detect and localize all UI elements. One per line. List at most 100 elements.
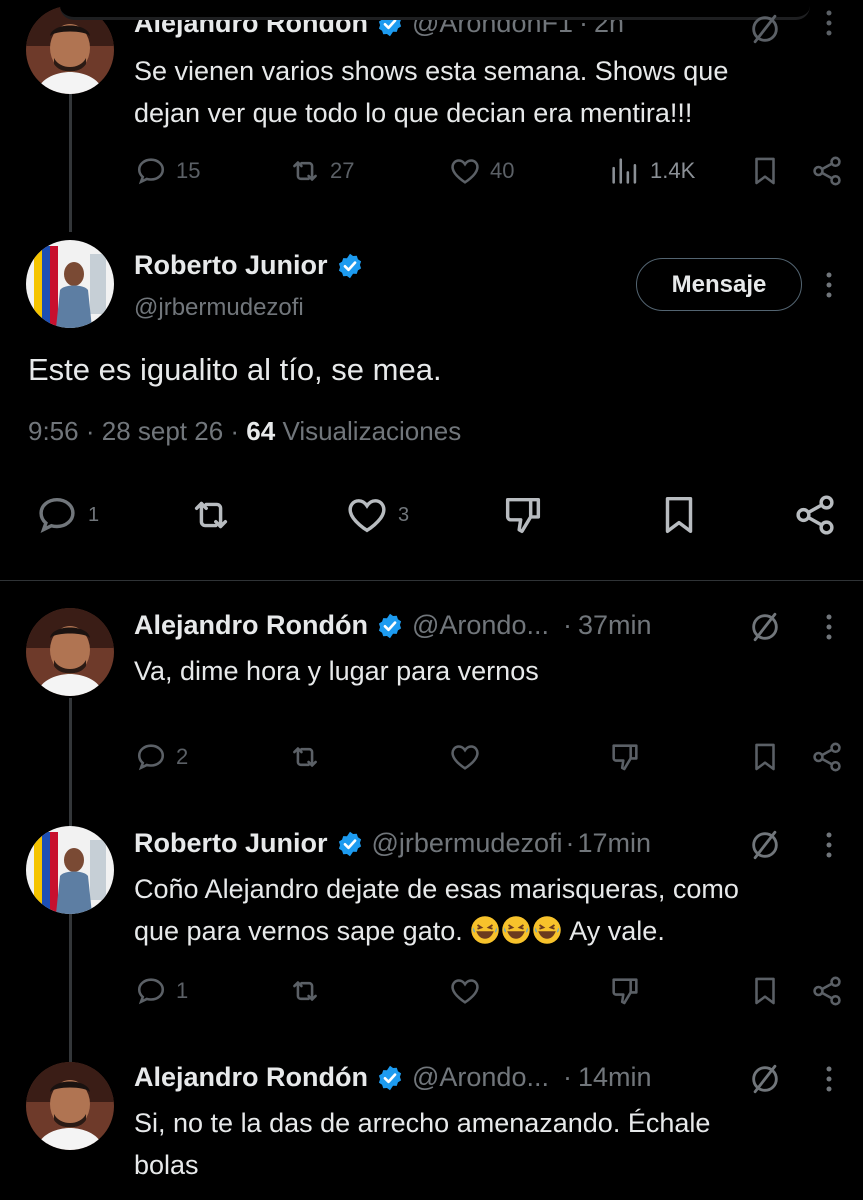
dislike-button[interactable] [608, 974, 642, 1008]
more-icon[interactable] [824, 830, 834, 860]
like-icon [448, 974, 482, 1008]
thread-line [69, 92, 72, 232]
dislike-button[interactable] [608, 740, 642, 774]
author-handle[interactable]: @Arondo... [412, 1062, 549, 1093]
separator-dot: · [562, 610, 572, 640]
avatar[interactable] [26, 240, 114, 328]
main-tweet-actions: 1 3 [30, 492, 850, 548]
tweet-actions: 15 27 40 1.4K [134, 154, 844, 190]
reply-button[interactable]: 1 [34, 492, 99, 538]
verified-badge-icon [336, 830, 364, 858]
views-label: Visualizaciones [282, 416, 462, 446]
share-icon [810, 740, 844, 774]
separator-dot: · [565, 828, 575, 858]
tweet-time[interactable]: 14min [578, 1062, 652, 1093]
tweet-time[interactable]: 17min [577, 828, 651, 859]
bookmark-icon [748, 974, 782, 1008]
like-count: 3 [398, 503, 410, 526]
views-count: 64 [246, 416, 276, 446]
like-button[interactable]: 40 [448, 154, 514, 188]
tweet-text: Coño Alejandro dejate de esas marisquera… [134, 868, 739, 952]
tweet-time[interactable]: 9:56 [28, 416, 79, 446]
bookmark-icon [748, 154, 782, 188]
avatar[interactable] [26, 608, 114, 696]
bookmark-button[interactable] [748, 740, 782, 774]
author-name[interactable]: Alejandro Rondón [134, 610, 368, 641]
author-handle[interactable]: @jrbermudezofi [372, 828, 563, 859]
like-button[interactable]: 3 [344, 492, 409, 538]
thread-line [69, 698, 72, 826]
more-icon[interactable] [824, 1064, 834, 1094]
retweet-button[interactable]: 27 [288, 154, 354, 188]
message-button[interactable]: Mensaje [636, 258, 802, 311]
retweet-button[interactable] [188, 492, 234, 538]
laughing-emoji-icon [532, 915, 562, 945]
views-icon [608, 154, 642, 188]
reply-button[interactable]: 2 [134, 740, 188, 774]
retweet-icon [188, 492, 234, 538]
tweet-actions: 2 [134, 740, 844, 776]
avatar[interactable] [26, 1062, 114, 1150]
reply-button[interactable]: 1 [134, 974, 188, 1008]
laughing-emoji-icon [501, 915, 531, 945]
tweet-text-line: Coño Alejandro dejate de esas marisquera… [134, 874, 739, 904]
more-icon[interactable] [824, 612, 834, 642]
author-handle[interactable]: @Arondo... [412, 610, 549, 641]
retweet-icon [288, 740, 322, 774]
tweet-header: Alejandro Rondón @Arondo... · 37min [134, 610, 652, 641]
dislike-icon [608, 974, 642, 1008]
verified-badge-icon [376, 1064, 404, 1092]
share-button[interactable] [810, 740, 844, 774]
share-icon [792, 492, 838, 538]
grok-icon[interactable] [748, 1062, 782, 1096]
reply-count: 1 [88, 503, 100, 526]
author-handle-row: @jrbermudezofi [134, 294, 304, 322]
more-icon[interactable] [824, 8, 834, 38]
retweet-button[interactable] [288, 974, 322, 1008]
separator-dot: · [562, 1062, 572, 1092]
author-name[interactable]: Roberto Junior [134, 250, 328, 281]
reply-count: 2 [176, 744, 189, 769]
author-handle[interactable]: @jrbermudezofi [134, 294, 304, 322]
views-count: 1.4K [650, 158, 696, 183]
tweet-date[interactable]: 28 sept 26 [102, 416, 223, 446]
tweet-text-fragment: Ay vale. [569, 916, 665, 946]
grok-icon[interactable] [748, 610, 782, 644]
bookmark-button[interactable] [656, 492, 702, 538]
like-button[interactable] [448, 740, 482, 774]
like-icon [344, 492, 390, 538]
dislike-button[interactable] [500, 492, 546, 538]
dislike-icon [608, 740, 642, 774]
reply-count: 1 [176, 978, 189, 1003]
author-name[interactable]: Roberto Junior [134, 828, 328, 859]
grok-icon[interactable] [748, 828, 782, 862]
laughing-emoji-icon [470, 915, 500, 945]
avatar[interactable] [26, 826, 114, 914]
verified-badge-icon [376, 612, 404, 640]
share-button[interactable] [792, 492, 838, 538]
thread-line [69, 914, 72, 1062]
tweet-header: Roberto Junior @jrbermudezofi · 17min [134, 828, 651, 859]
views-button[interactable]: 1.4K [608, 154, 695, 188]
tweet-time[interactable]: 37min [578, 610, 652, 641]
retweet-icon [288, 154, 322, 188]
tweet-text-line: Si, no te la das de arrecho amenazando. … [134, 1108, 711, 1138]
share-button[interactable] [810, 154, 844, 188]
like-button[interactable] [448, 974, 482, 1008]
share-icon [810, 974, 844, 1008]
retweet-count: 27 [330, 158, 355, 183]
tweet-meta: 9:56 · 28 sept 26 · 64 Visualizaciones [28, 416, 461, 447]
grok-icon[interactable] [748, 12, 782, 46]
share-button[interactable] [810, 974, 844, 1008]
bookmark-button[interactable] [748, 154, 782, 188]
bookmark-button[interactable] [748, 974, 782, 1008]
share-icon [810, 154, 844, 188]
reply-button[interactable]: 15 [134, 154, 200, 188]
more-icon[interactable] [824, 270, 834, 300]
author-name[interactable]: Alejandro Rondón [134, 1062, 368, 1093]
bookmark-icon [748, 740, 782, 774]
separator-dot: · [230, 416, 247, 446]
retweet-button[interactable] [288, 740, 322, 774]
reply-icon [134, 154, 168, 188]
tweet-text: Se vienen varios shows esta semana. Show… [134, 50, 728, 134]
